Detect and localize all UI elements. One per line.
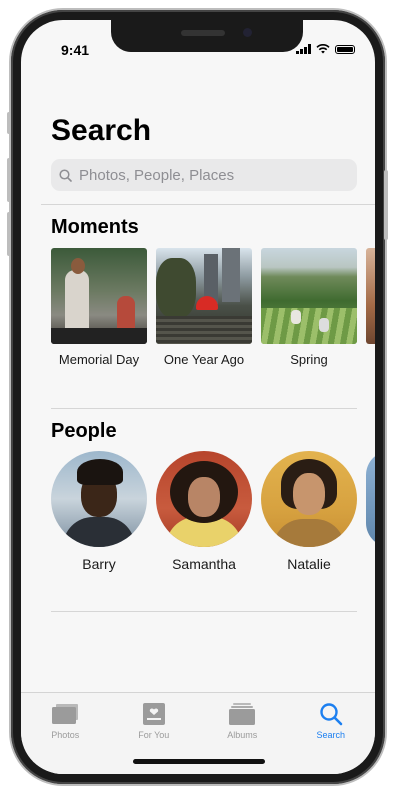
person-barry[interactable]: Barry — [51, 451, 147, 572]
divider — [41, 204, 375, 205]
front-camera — [243, 28, 252, 37]
tab-label: Photos — [51, 730, 80, 740]
avatar[interactable] — [51, 451, 147, 547]
person-name: Barry — [82, 556, 116, 572]
cellular-signal-icon — [296, 44, 311, 54]
status-time: 9:41 — [61, 42, 90, 58]
divider — [51, 611, 357, 612]
moment-one-year-ago[interactable]: One Year Ago — [156, 248, 252, 368]
avatar[interactable] — [366, 451, 375, 547]
moments-title: Moments — [51, 216, 139, 238]
speaker — [181, 30, 225, 36]
page-title: Search — [51, 114, 152, 147]
moment-thumbnail[interactable] — [51, 248, 147, 344]
volume-down-button — [7, 212, 11, 256]
person-name: Samantha — [172, 556, 236, 572]
tab-photos[interactable]: Photos — [21, 693, 110, 774]
divider — [51, 408, 357, 409]
volume-up-button — [7, 158, 11, 202]
search-input[interactable] — [77, 165, 341, 185]
moment-label: Spring — [290, 352, 328, 367]
home-indicator[interactable] — [133, 759, 265, 764]
screen: 9:41 Search Moments Memorial Day — [21, 20, 375, 774]
moment-thumbnail[interactable] — [366, 248, 375, 344]
search-icon — [59, 168, 72, 182]
avatar[interactable] — [261, 451, 357, 547]
side-button — [384, 170, 388, 240]
moment-partial[interactable] — [366, 248, 375, 368]
avatar[interactable] — [156, 451, 252, 547]
battery-icon — [335, 44, 355, 54]
tab-label: Search — [316, 730, 346, 740]
person-natalie[interactable]: Natalie — [261, 451, 357, 572]
tab-label: For You — [138, 730, 170, 740]
moment-memorial-day[interactable]: Memorial Day — [51, 248, 147, 368]
tab-label: Albums — [227, 730, 258, 740]
albums-icon — [228, 701, 256, 727]
person-samantha[interactable]: Samantha — [156, 451, 252, 572]
moment-label: Memorial Day — [58, 352, 140, 367]
search-icon — [317, 701, 345, 727]
people-list: Barry Samantha Natalie — [51, 451, 375, 572]
people-title: People — [51, 420, 117, 442]
wifi-icon — [316, 44, 330, 54]
moment-thumbnail[interactable] — [261, 248, 357, 344]
moment-label: One Year Ago — [163, 352, 245, 367]
person-name: Natalie — [287, 556, 331, 572]
notch — [111, 20, 303, 52]
person-partial[interactable] — [366, 451, 375, 572]
tab-search[interactable]: Search — [287, 693, 376, 774]
search-bar[interactable] — [51, 159, 357, 191]
moment-thumbnail[interactable] — [156, 248, 252, 344]
photos-icon — [51, 701, 79, 727]
status-icons — [296, 44, 355, 54]
moment-spring[interactable]: Spring — [261, 248, 357, 368]
mute-switch — [7, 112, 11, 134]
for-you-icon — [140, 701, 168, 727]
moments-list: Memorial Day One Year Ago Spring — [51, 248, 375, 368]
